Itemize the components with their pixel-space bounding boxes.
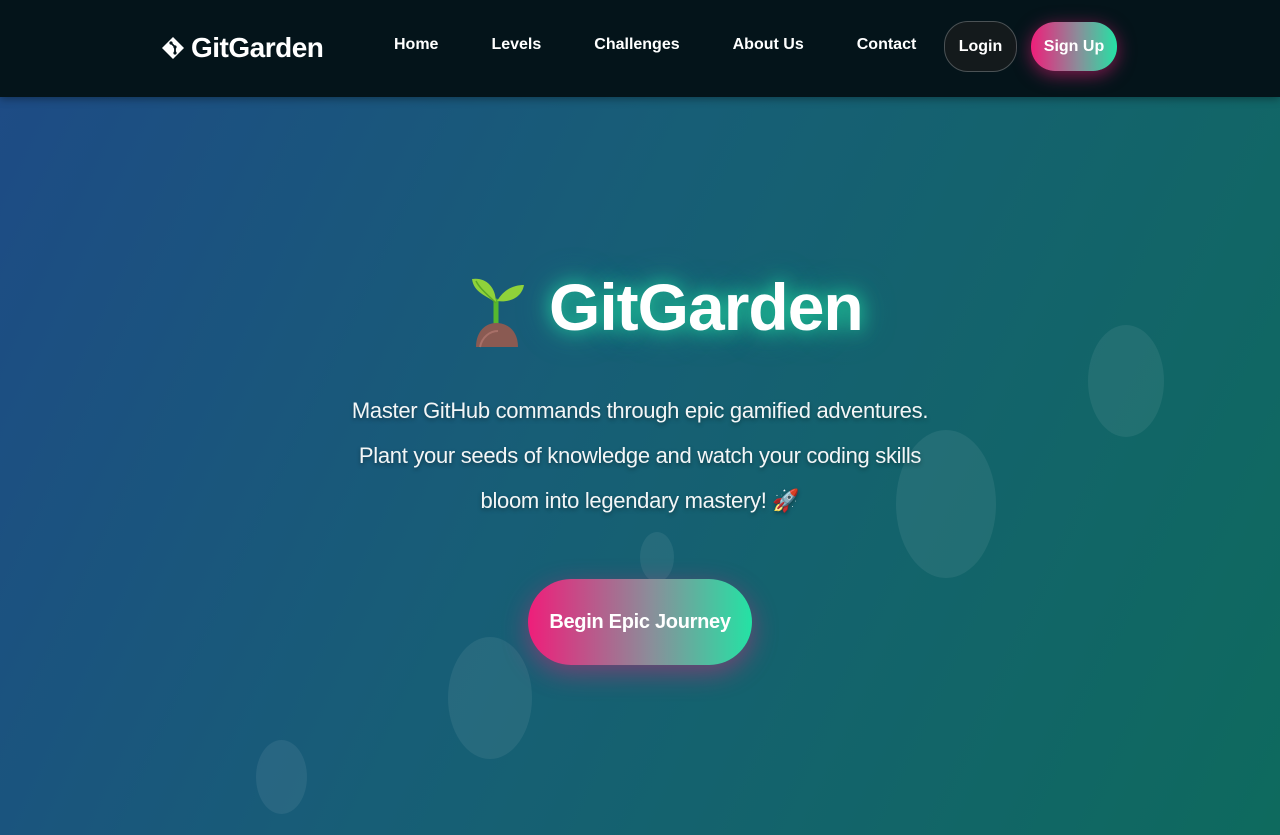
nav-links: Home Levels Challenges About Us Contact: [394, 36, 969, 54]
decorative-bubble: [256, 740, 307, 814]
decorative-bubble: [448, 637, 532, 759]
signup-button[interactable]: Sign Up: [1031, 22, 1117, 71]
navbar: GitGarden Home Levels Challenges About U…: [0, 0, 1280, 97]
begin-journey-button[interactable]: Begin Epic Journey: [528, 579, 752, 665]
nav-link-home[interactable]: Home: [394, 36, 438, 54]
brand-name: GitGarden: [191, 32, 324, 63]
hero-title-row: GitGarden: [468, 262, 864, 352]
hero-description: Master GitHub commands through epic gami…: [351, 398, 929, 513]
decorative-bubble: [640, 532, 674, 582]
nav-link-challenges[interactable]: Challenges: [594, 36, 679, 54]
git-diamond-icon: [162, 37, 184, 59]
sprout-icon: [472, 278, 524, 348]
login-button[interactable]: Login: [944, 21, 1017, 72]
nav-link-contact[interactable]: Contact: [857, 36, 917, 54]
nav-link-levels[interactable]: Levels: [491, 36, 541, 54]
nav-link-about-us[interactable]: About Us: [733, 36, 804, 54]
decorative-bubble: [1088, 325, 1164, 437]
brand-logo-link[interactable]: GitGarden: [162, 28, 324, 68]
hero-title: GitGarden: [549, 270, 864, 344]
